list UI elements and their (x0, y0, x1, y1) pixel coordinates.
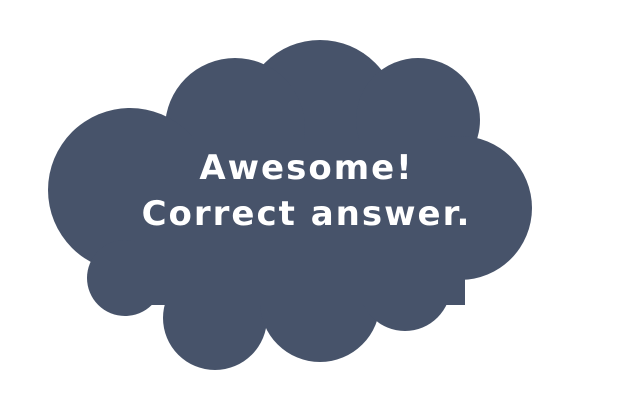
feedback-message: Correct answer. (141, 194, 472, 234)
feedback-screen: Awesome! Correct answer. (0, 0, 619, 417)
feedback-title: Awesome! (199, 148, 414, 188)
